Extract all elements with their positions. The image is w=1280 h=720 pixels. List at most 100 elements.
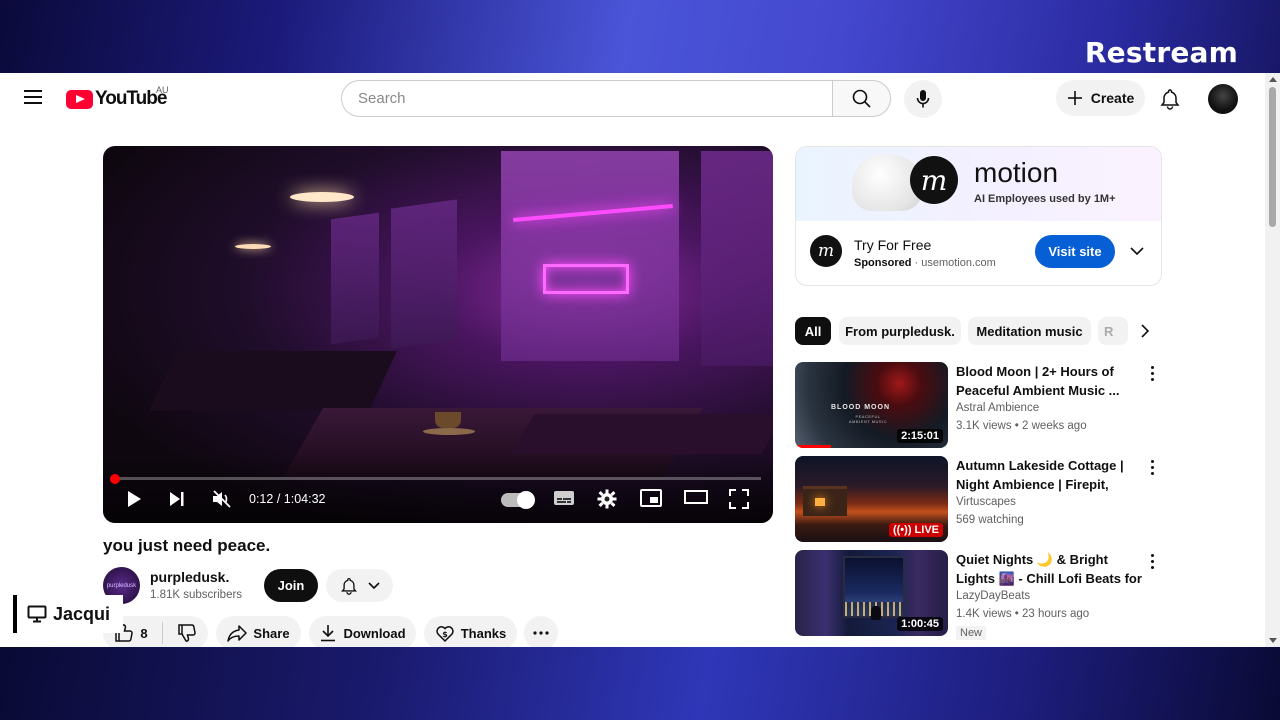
thumbnail-cat — [871, 606, 881, 620]
more-options-icon[interactable] — [1151, 460, 1155, 478]
create-button[interactable]: Create — [1056, 80, 1145, 116]
video-player[interactable]: 0:12 / 1:04:32 — [103, 146, 773, 523]
viewer-name: Jacqui — [53, 603, 111, 624]
fullscreen-icon — [729, 489, 749, 509]
neon-window-sign — [543, 264, 629, 294]
ad-domain: usemotion.com — [921, 257, 996, 269]
share-button[interactable]: Share — [216, 616, 301, 647]
channel-name[interactable]: Astral Ambience — [956, 402, 1039, 414]
play-icon — [128, 491, 141, 507]
new-badge: New — [956, 626, 987, 640]
play-button[interactable] — [125, 489, 143, 509]
video-duration-badge: 1:00:45 — [897, 617, 943, 631]
dislike-button[interactable] — [177, 623, 197, 643]
restream-logo: Restream — [1084, 36, 1238, 69]
booth-seat — [149, 351, 397, 411]
viewer-name-overlay: Jacqui — [13, 595, 123, 633]
progress-bar[interactable] — [115, 477, 761, 480]
recommended-video[interactable]: BLOOD MOON PEACEFUL AMBIENT MUSIC 2:15:0… — [795, 362, 1162, 448]
like-divider — [161, 622, 163, 644]
thanks-button[interactable]: $ Thanks — [424, 616, 517, 647]
scroll-thumb[interactable] — [1269, 87, 1276, 227]
video-title[interactable]: Autumn Lakeside Cottage | Night Ambience… — [956, 456, 1142, 494]
thumbnail-subtitle-text: PEACEFUL AMBIENT MUSIC — [848, 414, 888, 424]
video-title[interactable]: Blood Moon | 2+ Hours of Peaceful Ambien… — [956, 362, 1142, 400]
join-button[interactable]: Join — [264, 569, 318, 602]
video-title: you just need peace. — [103, 536, 271, 555]
sponsored-label: Sponsored — [854, 257, 912, 269]
scroll-up-arrow[interactable] — [1269, 77, 1277, 82]
more-actions-button[interactable] — [524, 616, 558, 647]
more-options-icon[interactable] — [1151, 366, 1155, 384]
sponsored-ad-card[interactable]: m motion AI Employees used by 1M+ m Try … — [795, 146, 1162, 286]
more-options-icon[interactable] — [1151, 554, 1155, 572]
ad-banner[interactable]: m motion AI Employees used by 1M+ — [796, 147, 1161, 221]
share-label: Share — [253, 625, 290, 641]
video-stats: 1.4K views • 23 hours ago — [956, 608, 1090, 620]
video-duration-badge: 2:15:01 — [897, 429, 943, 443]
channel-name[interactable]: purpledusk. — [150, 569, 229, 585]
visit-site-button[interactable]: Visit site — [1035, 235, 1115, 268]
account-avatar[interactable] — [1208, 84, 1238, 114]
download-icon — [321, 625, 336, 642]
subtitles-icon — [554, 491, 574, 505]
youtube-logo[interactable]: YouTube — [66, 88, 167, 110]
ceiling-lamp — [290, 192, 354, 202]
country-code: AU — [156, 85, 169, 95]
channel-name[interactable]: LazyDayBeats — [956, 590, 1030, 602]
controls-gradient — [103, 453, 773, 523]
video-thumbnail[interactable]: 1:00:45 — [795, 550, 948, 636]
fullscreen-button[interactable] — [729, 489, 749, 509]
theater-mode-button[interactable] — [684, 489, 708, 505]
more-horizontal-icon — [533, 631, 549, 635]
notifications-bell-icon[interactable] — [1159, 88, 1181, 115]
ad-expand-chevron-icon[interactable] — [1130, 243, 1144, 261]
channel-name[interactable]: Virtuscapes — [956, 496, 1016, 508]
watched-progress — [795, 445, 831, 448]
live-badge: ((•)) LIVE — [888, 523, 943, 537]
video-duration: 1:04:32 — [283, 492, 326, 506]
mute-button[interactable] — [211, 489, 233, 509]
settings-button[interactable] — [597, 489, 617, 509]
thumbnail-cottage — [803, 486, 847, 516]
menu-icon[interactable] — [24, 90, 42, 104]
page-scrollbar[interactable] — [1265, 73, 1280, 647]
voice-search-button[interactable] — [904, 80, 942, 118]
thumbnail-fire-glow — [815, 498, 825, 506]
video-title[interactable]: Quiet Nights 🌙 & Bright Lights 🌆 - Chill… — [956, 550, 1142, 588]
download-button[interactable]: Download — [309, 616, 416, 647]
miniplayer-button[interactable] — [640, 489, 662, 507]
search-input[interactable]: Search — [341, 80, 833, 117]
live-label: LIVE — [914, 524, 939, 536]
ad-cta-title[interactable]: Try For Free — [854, 237, 931, 253]
thanks-label: Thanks — [460, 625, 507, 641]
subscriber-count: 1.81K subscribers — [150, 589, 243, 601]
search-button[interactable] — [832, 80, 891, 117]
chips-next-button[interactable] — [1128, 317, 1162, 345]
next-button[interactable] — [168, 489, 186, 509]
theater-mode-icon — [684, 490, 708, 504]
advertiser-logo-icon[interactable]: m — [810, 235, 842, 267]
ad-meta: Sponsored · usemotion.com — [854, 257, 996, 269]
recommended-video[interactable]: ((•)) LIVE Autumn Lakeside Cottage | Nig… — [795, 456, 1162, 542]
autoplay-toggle[interactable] — [501, 491, 535, 509]
video-thumbnail[interactable]: BLOOD MOON PEACEFUL AMBIENT MUSIC 2:15:0… — [795, 362, 948, 448]
chip-from-channel[interactable]: From purpledusk. — [839, 317, 961, 345]
chip-all[interactable]: All — [795, 317, 831, 345]
subtitles-button[interactable] — [553, 489, 575, 507]
chip-meditation-music[interactable]: Meditation music — [968, 317, 1091, 345]
monitor-icon — [27, 605, 47, 623]
scene-window-far — [701, 151, 773, 366]
video-thumbnail[interactable]: ((•)) LIVE — [795, 456, 948, 542]
notification-preferences-button[interactable] — [326, 569, 393, 602]
recommended-video[interactable]: 1:00:45 Quiet Nights 🌙 & Bright Lights 🌆… — [795, 550, 1162, 640]
chevron-right-icon — [1140, 324, 1149, 338]
saucer — [423, 428, 475, 435]
chip-truncated[interactable]: R — [1098, 317, 1128, 345]
microphone-icon — [916, 90, 930, 108]
thumbnail-title-text: BLOOD MOON — [831, 404, 890, 411]
scene-window-right — [501, 151, 679, 361]
scrubber-handle[interactable] — [110, 474, 120, 484]
scroll-down-arrow[interactable] — [1269, 638, 1277, 643]
search-placeholder: Search — [358, 90, 406, 107]
